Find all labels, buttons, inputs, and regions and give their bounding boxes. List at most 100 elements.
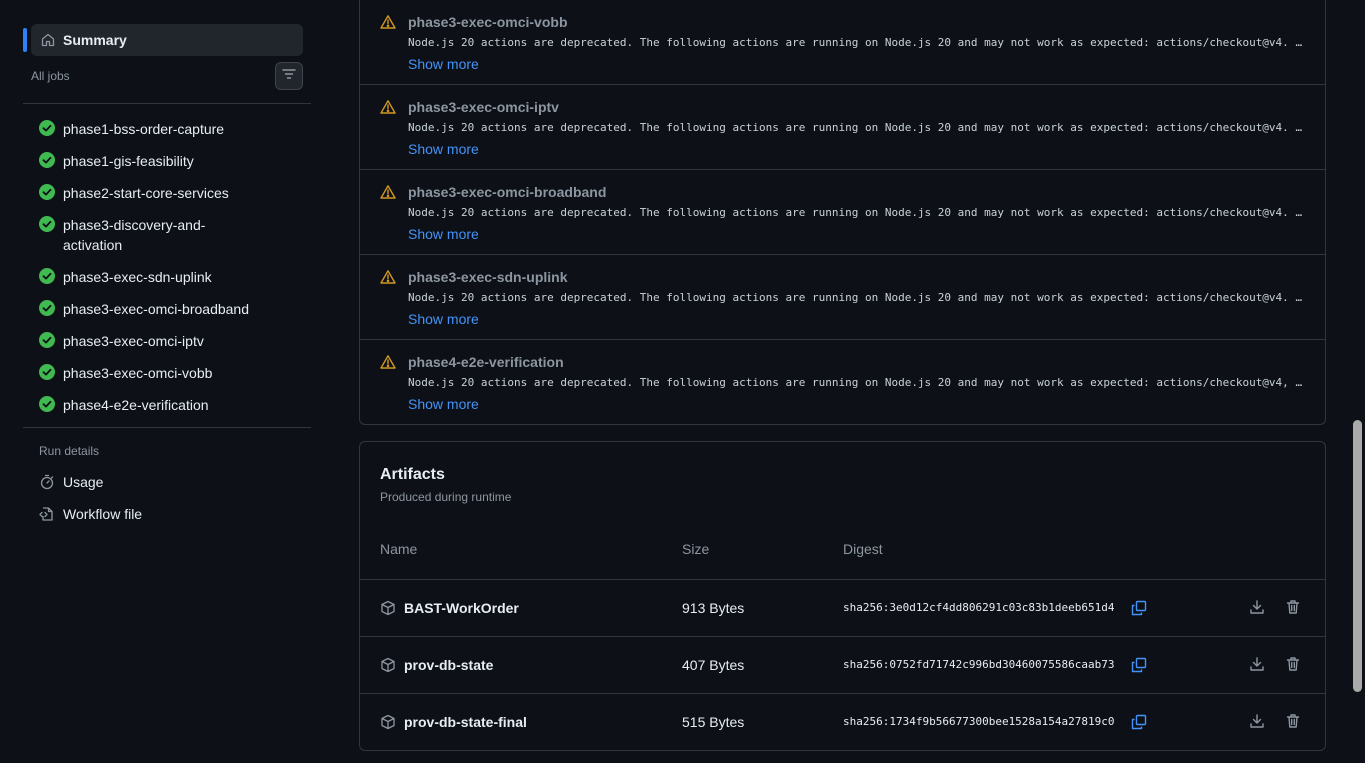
annotation-title: phase4-e2e-verification — [408, 354, 564, 370]
alert-triangle-icon — [380, 269, 396, 285]
copy-icon[interactable] — [1131, 600, 1147, 616]
download-icon[interactable] — [1249, 599, 1265, 615]
show-more-link[interactable]: Show more — [408, 141, 479, 157]
package-icon — [380, 714, 396, 730]
artifact-row: prov-db-state-final 515 Bytes sha256:173… — [360, 693, 1325, 750]
package-icon — [380, 600, 396, 616]
alert-triangle-icon — [380, 14, 396, 30]
stopwatch-icon — [39, 474, 55, 490]
job-name: phase3-exec-omci-iptv — [63, 333, 204, 349]
job-name: phase1-gis-feasibility — [63, 153, 194, 169]
sidebar: Summary All jobs phase1-bss-order-captur… — [0, 0, 330, 763]
trash-icon[interactable] — [1285, 599, 1301, 615]
trash-icon[interactable] — [1285, 656, 1301, 672]
package-icon — [380, 657, 396, 673]
artifacts-heading: Artifacts — [380, 466, 445, 483]
sidebar-job-item[interactable]: phase1-gis-feasibility — [39, 151, 263, 171]
artifact-size: 515 Bytes — [682, 714, 745, 730]
sidebar-job-item[interactable]: phase3-exec-omci-vobb — [39, 363, 263, 383]
sidebar-job-item[interactable]: phase1-bss-order-capture — [39, 119, 263, 139]
page-scrollbar-thumb[interactable] — [1353, 420, 1362, 692]
artifact-name-link[interactable]: BAST-WorkOrder — [404, 600, 519, 616]
annotation-item: phase3-exec-omci-vobb Node.js 20 actions… — [360, 0, 1325, 85]
filter-icon — [281, 66, 297, 87]
check-circle-icon — [39, 364, 55, 380]
annotation-title: phase3-exec-omci-vobb — [408, 14, 568, 30]
alert-triangle-icon — [380, 354, 396, 370]
artifact-size: 913 Bytes — [682, 600, 745, 616]
annotation-item: phase4-e2e-verification Node.js 20 actio… — [360, 340, 1325, 425]
sidebar-job-item[interactable]: phase4-e2e-verification — [39, 395, 263, 415]
alert-triangle-icon — [380, 99, 396, 115]
annotation-item: phase3-exec-omci-broadband Node.js 20 ac… — [360, 170, 1325, 255]
filter-button[interactable] — [275, 62, 303, 90]
sidebar-item-workflow-file[interactable]: Workflow file — [39, 506, 142, 522]
artifact-digest: sha256:1734f9b56677300bee1528a154a27819c… — [843, 715, 1115, 728]
check-circle-icon — [39, 152, 55, 168]
artifact-name-link[interactable]: prov-db-state-final — [404, 714, 527, 730]
download-icon[interactable] — [1249, 656, 1265, 672]
annotation-item: phase3-exec-omci-iptv Node.js 20 actions… — [360, 85, 1325, 170]
job-name: phase1-bss-order-capture — [63, 121, 225, 137]
artifacts-panel: Artifacts Produced during runtime Name S… — [359, 441, 1326, 751]
column-header-name: Name — [380, 541, 418, 557]
divider — [23, 103, 311, 104]
check-circle-icon — [39, 396, 55, 412]
annotation-message: Node.js 20 actions are deprecated. The f… — [408, 206, 1308, 219]
check-circle-icon — [39, 184, 55, 200]
annotation-title: phase3-exec-omci-iptv — [408, 99, 559, 115]
sidebar-job-item[interactable]: phase2-start-core-services — [39, 183, 263, 203]
all-jobs-label: All jobs — [31, 69, 70, 83]
annotation-title: phase3-exec-sdn-uplink — [408, 269, 568, 285]
artifact-row: BAST-WorkOrder 913 Bytes sha256:3e0d12cf… — [360, 579, 1325, 636]
download-icon[interactable] — [1249, 713, 1265, 729]
check-circle-icon — [39, 300, 55, 316]
home-icon — [40, 32, 56, 48]
show-more-link[interactable]: Show more — [408, 311, 479, 327]
sidebar-job-item[interactable]: phase3-exec-sdn-uplink — [39, 267, 263, 287]
job-name: phase3-exec-omci-broadband — [63, 301, 249, 317]
artifacts-subheading: Produced during runtime — [380, 490, 512, 504]
divider — [23, 427, 311, 428]
column-header-size: Size — [682, 541, 710, 557]
trash-icon[interactable] — [1285, 713, 1301, 729]
artifact-digest: sha256:0752fd71742c996bd30460075586caab7… — [843, 658, 1115, 671]
annotation-title: phase3-exec-omci-broadband — [408, 184, 607, 200]
annotation-item: phase3-exec-sdn-uplink Node.js 20 action… — [360, 255, 1325, 340]
show-more-link[interactable]: Show more — [408, 226, 479, 242]
artifact-size: 407 Bytes — [682, 657, 745, 673]
sidebar-item-label: Workflow file — [63, 506, 143, 522]
check-circle-icon — [39, 268, 55, 284]
check-circle-icon — [39, 332, 55, 348]
annotations-panel: phase3-exec-omci-vobb Node.js 20 actions… — [359, 0, 1326, 425]
annotation-message: Node.js 20 actions are deprecated. The f… — [408, 376, 1308, 389]
sidebar-job-item[interactable]: phase3-exec-omci-iptv — [39, 331, 263, 351]
sidebar-job-item[interactable]: phase3-discovery-and-activation — [39, 215, 223, 255]
file-code-icon — [39, 506, 55, 522]
artifact-digest: sha256:3e0d12cf4dd806291c03c83b1deeb651d… — [843, 601, 1115, 614]
sidebar-item-usage[interactable]: Usage — [39, 474, 103, 490]
copy-icon[interactable] — [1131, 714, 1147, 730]
sidebar-item-summary[interactable]: Summary — [23, 24, 303, 56]
sidebar-item-label: Summary — [63, 32, 127, 48]
run-details-label: Run details — [39, 444, 100, 458]
job-name: phase3-exec-sdn-uplink — [63, 269, 212, 285]
annotation-message: Node.js 20 actions are deprecated. The f… — [408, 291, 1308, 304]
column-header-digest: Digest — [843, 541, 883, 557]
artifact-row: prov-db-state 407 Bytes sha256:0752fd717… — [360, 636, 1325, 693]
annotation-message: Node.js 20 actions are deprecated. The f… — [408, 36, 1308, 49]
show-more-link[interactable]: Show more — [408, 396, 479, 412]
sidebar-item-label: Usage — [63, 474, 104, 490]
alert-triangle-icon — [380, 184, 396, 200]
check-circle-icon — [39, 120, 55, 136]
show-more-link[interactable]: Show more — [408, 56, 479, 72]
job-name: phase4-e2e-verification — [63, 397, 209, 413]
job-name: phase3-discovery-and-activation — [63, 217, 206, 253]
annotation-message: Node.js 20 actions are deprecated. The f… — [408, 121, 1308, 134]
active-indicator — [23, 28, 27, 52]
artifact-name-link[interactable]: prov-db-state — [404, 657, 493, 673]
copy-icon[interactable] — [1131, 657, 1147, 673]
job-name: phase2-start-core-services — [63, 185, 229, 201]
check-circle-icon — [39, 216, 55, 232]
sidebar-job-item[interactable]: phase3-exec-omci-broadband — [39, 299, 263, 319]
